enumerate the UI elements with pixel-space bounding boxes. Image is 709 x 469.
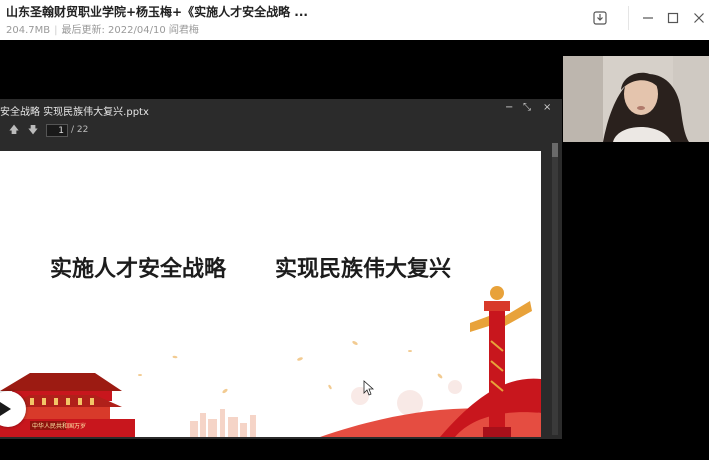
slide-heading-right: 实现民族伟大复兴	[275, 257, 452, 282]
file-title: 山东圣翰财贸职业学院+杨玉梅+《实施人才安全战略 ...	[6, 5, 308, 19]
slide-canvas: 中华人民共和国万岁 实施人才安全战略 实现民族伟大复兴	[0, 151, 541, 437]
ppt-window: 安全战略 实现民族伟大复兴.pptx − ⤡ × 🡅 🡇 1 / 22 中华人民…	[0, 99, 562, 439]
play-icon	[0, 402, 11, 416]
ppt-window-title: 安全战略 实现民族伟大复兴.pptx	[0, 107, 149, 118]
scrollbar-thumb[interactable]	[552, 143, 558, 157]
page-number-input[interactable]: 1	[46, 124, 68, 137]
last-updated: 最后更新: 2022/04/10 阎君梅	[61, 25, 199, 36]
header-divider	[628, 6, 629, 30]
maximize-icon[interactable]	[662, 7, 684, 29]
gate-banner-text: 中华人民共和国万岁	[32, 422, 86, 430]
ppt-minimize-icon[interactable]: −	[505, 102, 513, 113]
file-meta: 204.7MB | 最后更新: 2022/04/10 阎君梅	[6, 21, 199, 36]
prev-page-icon[interactable]: 🡅	[7, 124, 21, 138]
meta-separator: |	[54, 25, 58, 36]
bottom-strip	[0, 460, 709, 469]
ppt-restore-icon[interactable]: ⤡	[523, 102, 531, 113]
minimize-icon[interactable]	[637, 7, 659, 29]
video-stage[interactable]: 安全战略 实现民族伟大复兴.pptx − ⤡ × 🡅 🡇 1 / 22 中华人民…	[0, 40, 709, 460]
webcam-feed	[563, 56, 709, 142]
file-size: 204.7MB	[6, 25, 51, 36]
close-icon[interactable]	[688, 7, 709, 29]
ppt-scrollbar[interactable]	[552, 143, 558, 435]
ppt-close-icon[interactable]: ×	[543, 102, 551, 113]
next-page-icon[interactable]: 🡇	[26, 124, 40, 138]
download-icon[interactable]	[589, 7, 611, 29]
slide-decoration: 中华人民共和国万岁	[0, 286, 541, 437]
ppt-toolbar: 🡅 🡇 1 / 22	[0, 121, 562, 141]
page-total: / 22	[71, 125, 89, 135]
slide-heading-left: 实施人才安全战略	[50, 257, 227, 282]
header-bar: 山东圣翰财贸职业学院+杨玉梅+《实施人才安全战略 ... 204.7MB | 最后更…	[0, 0, 709, 40]
